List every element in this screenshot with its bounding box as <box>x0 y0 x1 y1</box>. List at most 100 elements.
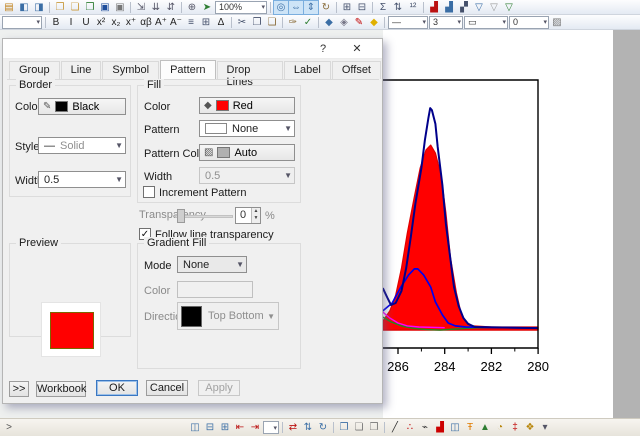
fit-page-icon[interactable]: ◎ <box>273 0 289 15</box>
filter-icon[interactable]: ▽ <box>472 1 486 14</box>
ok-button[interactable]: OK <box>96 380 138 396</box>
screen-reader-icon[interactable]: ⊕ <box>185 1 199 14</box>
sort-icon[interactable]: ⇅ <box>391 1 405 14</box>
fill-pattern-combo[interactable]: None ▼ <box>199 120 295 137</box>
template-plot-icon[interactable]: ❖ <box>523 421 537 434</box>
subsuperscript-icon[interactable]: x⁺ <box>124 16 138 29</box>
duplicate-window-icon[interactable]: ❏ <box>352 421 366 434</box>
chart-2-icon[interactable]: ▟ <box>442 1 456 14</box>
add-layer-icon[interactable]: ⊞ <box>340 1 354 14</box>
bold-icon[interactable]: B <box>49 16 63 29</box>
italic-icon[interactable]: I <box>64 16 78 29</box>
cut-icon[interactable]: ✂ <box>235 16 249 29</box>
pattern-color-button[interactable]: ▨ Auto <box>199 144 295 161</box>
new-workbook-icon[interactable]: ◧ <box>17 1 31 14</box>
open-template-icon[interactable]: ❏ <box>68 1 82 14</box>
tile-vertical-icon[interactable]: ◫ <box>188 421 202 434</box>
tab-offset[interactable]: Offset <box>331 61 381 79</box>
save-template-icon[interactable]: ▣ <box>113 1 127 14</box>
rescale-icon[interactable]: ↻ <box>319 1 333 14</box>
import-wizard-icon[interactable]: ⇲ <box>134 1 148 14</box>
close-icon[interactable]: ✕ <box>346 41 368 57</box>
subscript-icon[interactable]: x₂ <box>109 16 123 29</box>
new-project-icon[interactable]: ▤ <box>2 1 16 14</box>
transparency-slider-thumb[interactable] <box>177 209 185 223</box>
close-window-icon[interactable]: ❒ <box>367 421 381 434</box>
import-multiple-ascii-icon[interactable]: ⇵ <box>164 1 178 14</box>
add-window-icon[interactable]: ⊞ <box>218 421 232 434</box>
paste-icon[interactable]: ❏ <box>265 16 279 29</box>
flip-y-icon[interactable]: ⇅ <box>301 421 315 434</box>
new-graph-icon[interactable]: ◨ <box>32 1 46 14</box>
line-plot-icon[interactable]: ╱ <box>388 421 402 434</box>
tab-symbol[interactable]: Symbol <box>102 61 160 79</box>
format-painter-icon[interactable]: ✑ <box>286 16 300 29</box>
tab-label[interactable]: Label <box>283 61 331 79</box>
scatter-plot-icon[interactable]: ∴ <box>403 421 417 434</box>
save-icon[interactable]: ▣ <box>98 1 112 14</box>
line-style-combo[interactable]: — ▾ <box>388 15 428 29</box>
open-icon[interactable]: ❐ <box>53 1 67 14</box>
tab-group[interactable]: Group <box>9 61 60 79</box>
digits-icon[interactable]: ¹² <box>406 1 420 14</box>
extend-left-icon[interactable]: ⇤ <box>233 421 247 434</box>
area-plot-icon[interactable]: ▲ <box>478 421 492 434</box>
project-explorer-chevron-icon[interactable]: > <box>2 422 16 433</box>
pencil-color-icon[interactable]: ✎ <box>352 16 366 29</box>
tab-drop-lines[interactable]: Drop Lines <box>216 61 283 88</box>
run-script-icon[interactable]: ➤ <box>200 1 214 14</box>
style-combo[interactable]: ▾ <box>2 15 42 29</box>
gradient-mode-combo[interactable]: None ▼ <box>177 256 247 273</box>
fill-color-button[interactable]: ◆ Red <box>199 97 295 114</box>
zoom-combo[interactable]: 100% ▾ <box>215 0 267 14</box>
more-plots-icon[interactable]: ▾ <box>538 421 552 434</box>
statistics-icon[interactable]: Σ <box>376 1 390 14</box>
import-ascii-icon[interactable]: ⇊ <box>149 1 163 14</box>
border-color-button[interactable]: ✎ Black <box>38 98 126 115</box>
rotate-icon[interactable]: ↻ <box>316 421 330 434</box>
frame-combo[interactable]: ▭ ▾ <box>464 15 508 29</box>
fit-width-icon[interactable]: ⇔ <box>288 0 304 15</box>
decrease-font-icon[interactable]: A⁻ <box>169 16 183 29</box>
column-chart-icon[interactable]: ▟ <box>427 1 441 14</box>
open-excel-icon[interactable]: ❒ <box>83 1 97 14</box>
hatch-icon[interactable]: ▨ <box>550 16 564 29</box>
fill-pattern-combo[interactable]: 0 ▾ <box>509 15 549 29</box>
highlight-color-icon[interactable]: ◆ <box>367 16 381 29</box>
filter-clear-icon[interactable]: ▽ <box>487 1 501 14</box>
underline-icon[interactable]: U <box>79 16 93 29</box>
new-graph-window-icon[interactable]: ❐ <box>337 421 351 434</box>
border-width-combo[interactable]: 0.5 ▼ <box>38 171 126 188</box>
filter-reapply-icon[interactable]: ▽ <box>502 1 516 14</box>
merge-layer-icon[interactable]: ⊟ <box>355 1 369 14</box>
transparency-spinner[interactable]: ▲ ▼ <box>251 208 260 223</box>
superscript-icon[interactable]: x² <box>94 16 108 29</box>
tile-horizontal-icon[interactable]: ⊟ <box>203 421 217 434</box>
gradient-direction-combo[interactable]: Top Bottom ▼ <box>177 302 279 330</box>
exchange-xy-icon[interactable]: ⇄ <box>286 421 300 434</box>
expand-dialog-button[interactable]: >> <box>9 381 29 397</box>
tab-pattern[interactable]: Pattern <box>160 60 216 79</box>
help-icon[interactable]: ? <box>312 41 334 57</box>
extend-right-icon[interactable]: ⇥ <box>248 421 262 434</box>
fill-color-icon[interactable]: ◆ <box>322 16 336 29</box>
pie-plot-icon[interactable]: ◔ <box>493 421 507 434</box>
increase-font-icon[interactable]: A⁺ <box>154 16 168 29</box>
greek-icon[interactable]: αβ <box>139 16 153 29</box>
fit-height-icon[interactable]: ⇕ <box>303 0 319 15</box>
palette-icon[interactable]: ◈ <box>337 16 351 29</box>
window-combo[interactable]: ▾ <box>263 421 279 434</box>
tab-line[interactable]: Line <box>60 61 102 79</box>
cancel-button[interactable]: Cancel <box>146 380 188 396</box>
increment-pattern-checkbox[interactable] <box>143 186 155 198</box>
line-spacing-icon[interactable]: ≡ <box>184 16 198 29</box>
column-plot-icon[interactable]: ▟ <box>433 421 447 434</box>
stock-plot-icon[interactable]: ‡ <box>508 421 522 434</box>
copy-icon[interactable]: ❐ <box>250 16 264 29</box>
line-width-combo[interactable]: 3 ▾ <box>429 15 463 29</box>
chart-3-icon[interactable]: ▞ <box>457 1 471 14</box>
theme-icon[interactable]: ✓ <box>301 16 315 29</box>
border-style-combo[interactable]: — Solid ▼ <box>38 137 126 154</box>
apply-button[interactable]: Apply <box>198 380 240 396</box>
grid-align-icon[interactable]: ⊞ <box>199 16 213 29</box>
